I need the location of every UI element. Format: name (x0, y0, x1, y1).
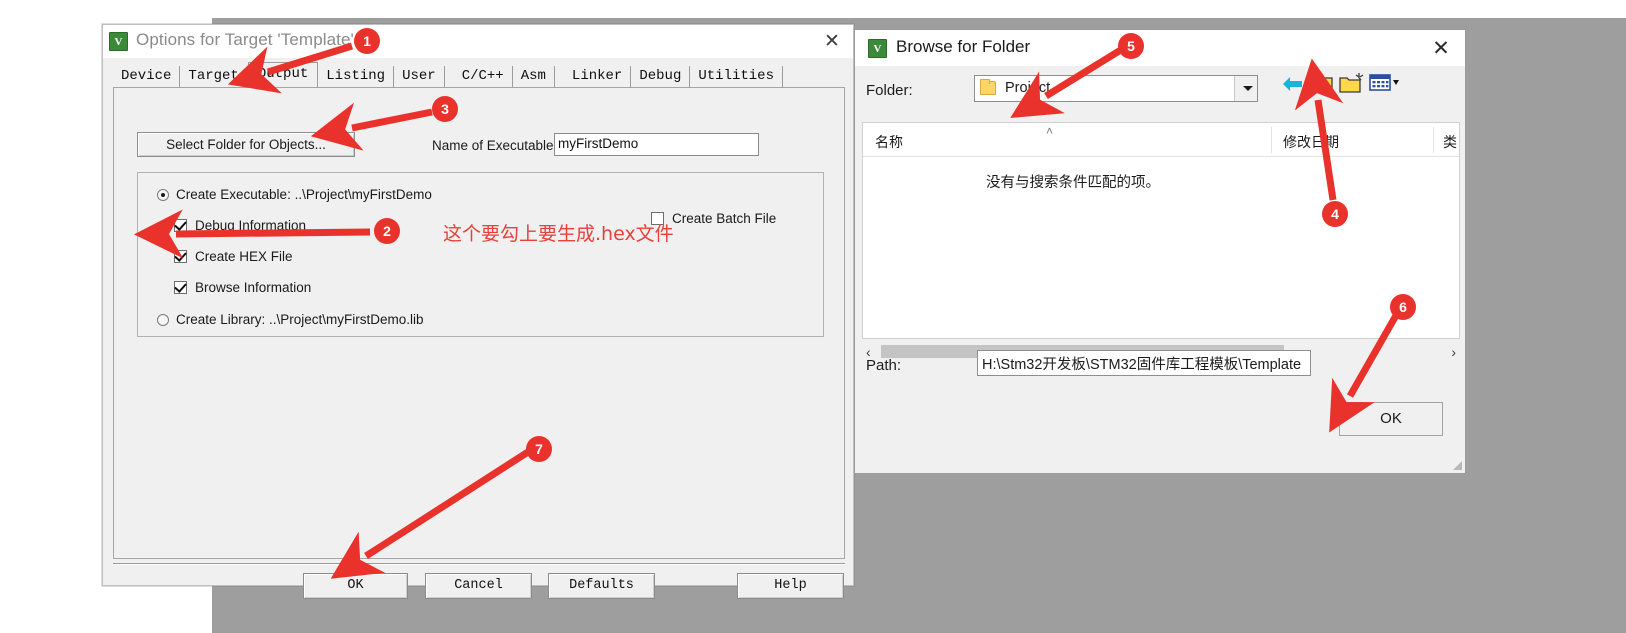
column-divider[interactable] (1271, 127, 1272, 153)
output-options-group: Create Executable: ..\Project\myFirstDem… (137, 172, 824, 337)
browse-information-checkbox[interactable]: Browse Information (174, 280, 311, 295)
tab-listing[interactable]: Listing (318, 66, 395, 88)
tab-asm[interactable]: Asm (513, 66, 555, 88)
keil-dialog-title: Options for Target 'Template' (136, 30, 354, 49)
ok-button[interactable]: OK (303, 573, 408, 599)
tab-linker[interactable]: Linker (564, 66, 632, 88)
debug-information-checkbox[interactable]: Debug Information (174, 218, 306, 233)
tab-target[interactable]: Target (180, 66, 248, 88)
create-executable-radio[interactable]: Create Executable: ..\Project\myFirstDem… (157, 187, 432, 202)
folder-combobox[interactable]: Project (974, 75, 1258, 102)
back-arrow-icon[interactable] (1280, 71, 1306, 97)
views-icon[interactable] (1369, 71, 1403, 95)
select-folder-for-objects-button[interactable]: Select Folder for Objects... (137, 132, 355, 157)
column-header-type[interactable]: 类 (1443, 132, 1457, 152)
tab-device[interactable]: Device (113, 66, 181, 88)
folder-combobox-value: Project (1005, 80, 1051, 96)
resize-grip[interactable] (1451, 459, 1463, 471)
radio-on-icon (157, 189, 169, 201)
new-folder-icon[interactable] (1339, 71, 1365, 95)
browse-for-folder-dialog: V Browse for Folder ✕ Folder: Project 名称… (854, 29, 1466, 474)
folder-icon (980, 79, 996, 95)
create-batch-file-label: Create Batch File (672, 211, 777, 226)
path-input[interactable]: H:\Stm32开发板\STM32固件库工程模板\Template (977, 350, 1311, 376)
create-batch-file-checkbox[interactable]: Create Batch File (651, 211, 776, 226)
column-header-date-modified[interactable]: 修改日期 (1283, 132, 1339, 152)
column-header-name[interactable]: 名称 (875, 132, 903, 152)
create-hex-file-checkbox[interactable]: Create HEX File (174, 249, 293, 264)
chevron-down-icon[interactable] (1234, 76, 1257, 101)
checkbox-checked-icon (174, 281, 187, 294)
output-tab-page: Select Folder for Objects... Name of Exe… (113, 87, 845, 559)
checkbox-checked-icon (174, 250, 187, 263)
keil-tab-strip: Device Target Output Listing User C/C++ … (113, 62, 845, 89)
name-of-executable-input[interactable]: myFirstDemo (554, 133, 759, 156)
desktop-background-top-band (198, 0, 1626, 18)
cancel-button[interactable]: Cancel (425, 573, 532, 599)
list-column-header: 名称 ˄ 修改日期 类 (863, 123, 1459, 157)
footer-divider (113, 563, 845, 565)
name-of-executable-label: Name of Executable: (432, 138, 558, 153)
column-divider[interactable] (1433, 127, 1434, 153)
sort-ascending-icon: ˄ (1046, 124, 1054, 138)
create-executable-label: Create Executable: ..\Project\myFirstDem… (176, 187, 432, 202)
tab-output[interactable]: Output (247, 62, 319, 89)
defaults-button[interactable]: Defaults (548, 573, 655, 599)
tab-c-cpp[interactable]: C/C++ (454, 66, 513, 88)
options-for-target-dialog: V Options for Target 'Template' ✕ Device… (102, 24, 854, 599)
help-button[interactable]: Help (737, 573, 844, 599)
keil-uvision-icon: V (868, 39, 887, 58)
browse-dialog-title: Browse for Folder (896, 37, 1031, 56)
close-icon[interactable]: ✕ (1429, 37, 1453, 61)
tab-user[interactable]: User (394, 66, 445, 88)
create-library-label: Create Library: ..\Project\myFirstDemo.l… (176, 312, 424, 327)
radio-off-icon (157, 314, 169, 326)
close-icon[interactable]: ✕ (821, 31, 843, 53)
keil-uvision-icon: V (109, 32, 128, 51)
create-library-radio[interactable]: Create Library: ..\Project\myFirstDemo.l… (157, 312, 424, 327)
debug-information-label: Debug Information (195, 218, 307, 233)
empty-list-message: 没有与搜索条件匹配的项。 (986, 175, 1160, 191)
browse-information-label: Browse Information (195, 280, 312, 295)
checkbox-checked-icon (174, 219, 187, 232)
path-label: Path: (866, 357, 902, 374)
folder-contents-list[interactable]: 名称 ˄ 修改日期 类 没有与搜索条件匹配的项。 (862, 122, 1460, 339)
keil-title-bar: V Options for Target 'Template' ✕ (103, 25, 853, 58)
up-folder-icon[interactable] (1310, 71, 1334, 95)
create-hex-file-label: Create HEX File (195, 249, 293, 264)
scroll-right-icon[interactable]: › (1451, 344, 1456, 360)
checkbox-unchecked-icon (651, 212, 664, 225)
browse-title-bar: V Browse for Folder ✕ (855, 30, 1465, 66)
tab-utilities[interactable]: Utilities (690, 66, 783, 88)
folder-label: Folder: (866, 82, 913, 99)
tab-debug[interactable]: Debug (631, 66, 691, 88)
browse-ok-button[interactable]: OK (1339, 402, 1443, 436)
